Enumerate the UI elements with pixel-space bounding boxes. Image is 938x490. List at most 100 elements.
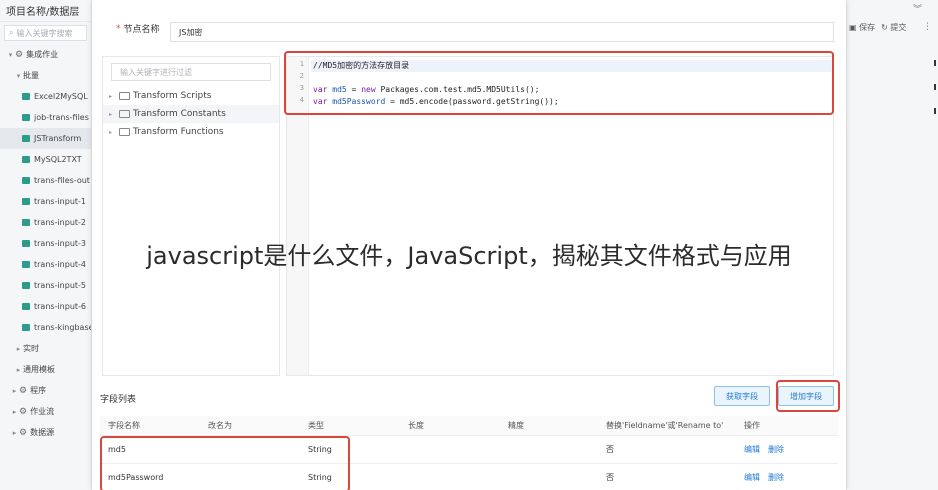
- tree-node[interactable]: MySQL2TXT: [0, 149, 91, 170]
- submit-label: 提交: [890, 23, 907, 32]
- code-highlight-box: [284, 51, 834, 115]
- tree-node[interactable]: job-trans-files: [0, 107, 91, 128]
- tree-node[interactable]: Excel2MySQL: [0, 86, 91, 107]
- required-marker: *: [116, 23, 121, 34]
- expand-caret-icon[interactable]: ▾: [6, 51, 15, 59]
- tree-node[interactable]: ▸ ⚙ 程序: [0, 380, 91, 401]
- job-file-icon: [22, 93, 30, 100]
- expand-caret-icon[interactable]: ▸: [14, 345, 23, 353]
- tree-node[interactable]: ▾ ⚙ 集成作业: [0, 44, 91, 65]
- job-file-icon: [22, 219, 30, 226]
- function-tree-item[interactable]: ▸ Transform Functions: [103, 123, 279, 141]
- job-file-icon: [22, 282, 30, 289]
- expand-caret-icon[interactable]: ▸: [14, 366, 23, 374]
- tree-node-label: job-trans-files: [34, 113, 89, 122]
- folder-icon: ⚙: [15, 49, 24, 60]
- tree-node[interactable]: trans-input-1: [0, 191, 91, 212]
- folder-icon: ⚙: [19, 406, 28, 417]
- function-tree-item-label: Transform Functions: [133, 127, 224, 137]
- rows-highlight-box: [100, 436, 350, 490]
- job-file-icon: [22, 156, 30, 163]
- function-tree-item[interactable]: ▸ Transform Scripts: [103, 87, 279, 105]
- node-name-label: 节点名称: [123, 25, 160, 35]
- right-edge-marks: [934, 60, 936, 114]
- folder-icon: [119, 92, 130, 100]
- tree-node[interactable]: trans-input-6: [0, 296, 91, 317]
- function-tree-panel: 输入关键字进行过滤 ▸ Transform Scripts ▸ Transfor…: [102, 56, 280, 376]
- column-header: 长度: [408, 421, 424, 430]
- function-filter-placeholder: 输入关键字进行过滤: [120, 67, 192, 77]
- add-field-highlight-box: [776, 380, 840, 412]
- save-button[interactable]: ▣ 保存: [849, 22, 875, 33]
- job-file-icon: [22, 198, 30, 205]
- tree-node[interactable]: ▸ 通用模板: [0, 359, 91, 380]
- tree-node-label: trans-input-1: [34, 197, 87, 206]
- submit-button[interactable]: ↻ 提交: [881, 22, 906, 33]
- more-icon[interactable]: ⋮: [923, 22, 932, 32]
- job-file-icon: [22, 135, 30, 142]
- project-tree-title: 项目名称/数据层: [6, 7, 80, 18]
- actions-cell: 编辑 删除: [736, 444, 836, 455]
- column-header: 改名为: [208, 421, 232, 430]
- column-header: 操作: [744, 421, 760, 430]
- edit-link[interactable]: 编辑: [744, 445, 760, 454]
- expand-caret-icon[interactable]: ▾: [14, 72, 23, 80]
- column-header: 精度: [508, 421, 524, 430]
- save-label: 保存: [859, 23, 876, 32]
- tree-node[interactable]: trans-files-out: [0, 170, 91, 191]
- folder-icon: ⚙: [19, 385, 28, 396]
- tree-node[interactable]: JSTransform: [0, 128, 91, 149]
- tree-node[interactable]: ▸ 实时: [0, 338, 91, 359]
- tree-node-label: trans-kingbase: [34, 323, 91, 332]
- expand-caret-icon[interactable]: ▸: [10, 408, 19, 416]
- function-filter-input[interactable]: 输入关键字进行过滤: [111, 63, 271, 81]
- tree-node-label: trans-input-2: [34, 218, 87, 227]
- job-file-icon: [22, 177, 30, 184]
- node-name-label-row: * 节点名称: [116, 22, 160, 36]
- expand-triangle-icon: ▸: [109, 92, 113, 100]
- table-header-row: 字段名称 改名为 类型 长度 精度 替换'Fieldname'或'Rename …: [100, 416, 838, 436]
- collapse-chevron-icon[interactable]: ︾: [913, 2, 922, 15]
- expand-caret-icon[interactable]: ▸: [10, 387, 19, 395]
- tree-node[interactable]: ▸ ⚙ 数据源: [0, 422, 91, 443]
- tree-node-label: 实时: [23, 344, 39, 353]
- function-tree-item[interactable]: ▸ Transform Constants: [103, 105, 279, 123]
- tree-node[interactable]: trans-input-5: [0, 275, 91, 296]
- tree-node-label: 作业流: [30, 407, 55, 416]
- job-file-icon: [22, 324, 30, 331]
- function-tree-item-label: Transform Constants: [133, 109, 226, 119]
- replace-cell: 否: [606, 473, 614, 482]
- tree-node-label: trans-files-out: [34, 176, 90, 185]
- tree-node-label: MySQL2TXT: [34, 155, 82, 164]
- editor-toolbar: ▣ 保存 ↻ 提交: [849, 22, 906, 33]
- tree-node[interactable]: trans-input-2: [0, 212, 91, 233]
- get-fields-button[interactable]: 获取字段: [714, 386, 770, 406]
- column-header: 类型: [308, 421, 324, 430]
- tree-node[interactable]: ▸ ⚙ 作业流: [0, 401, 91, 422]
- column-header: 字段名称: [108, 421, 140, 430]
- project-search-placeholder: 输入关键字搜索: [16, 28, 73, 38]
- tree-node[interactable]: trans-kingbase: [0, 317, 91, 338]
- folder-icon: [119, 128, 130, 136]
- expand-caret-icon[interactable]: ▸: [10, 429, 19, 437]
- column-header: 替换'Fieldname'或'Rename to': [606, 421, 724, 430]
- tree-node-label: trans-input-5: [34, 281, 87, 290]
- expand-triangle-icon: ▸: [109, 128, 113, 136]
- node-name-value: JS加密: [179, 27, 203, 37]
- delete-link[interactable]: 删除: [768, 473, 784, 482]
- delete-link[interactable]: 删除: [768, 445, 784, 454]
- fields-list-title: 字段列表: [100, 395, 137, 405]
- actions-cell: 编辑 删除: [736, 472, 836, 483]
- node-name-input[interactable]: JS加密: [170, 22, 834, 42]
- tree-node-label: Excel2MySQL: [34, 92, 88, 101]
- job-file-icon: [22, 114, 30, 121]
- overlay-caption: javascript是什么文件，JavaScript，揭秘其文件格式与应用: [146, 242, 792, 270]
- project-search-input[interactable]: ⌕ 输入关键字搜索: [4, 25, 87, 41]
- edit-link[interactable]: 编辑: [744, 473, 760, 482]
- tree-node[interactable]: ▾ 批量: [0, 65, 91, 86]
- expand-triangle-icon: ▸: [109, 110, 113, 118]
- tree-node-label: 批量: [23, 71, 39, 80]
- replace-cell: 否: [606, 445, 614, 454]
- tree-node-label: 数据源: [30, 428, 55, 437]
- tree-node-label: 通用模板: [23, 365, 55, 374]
